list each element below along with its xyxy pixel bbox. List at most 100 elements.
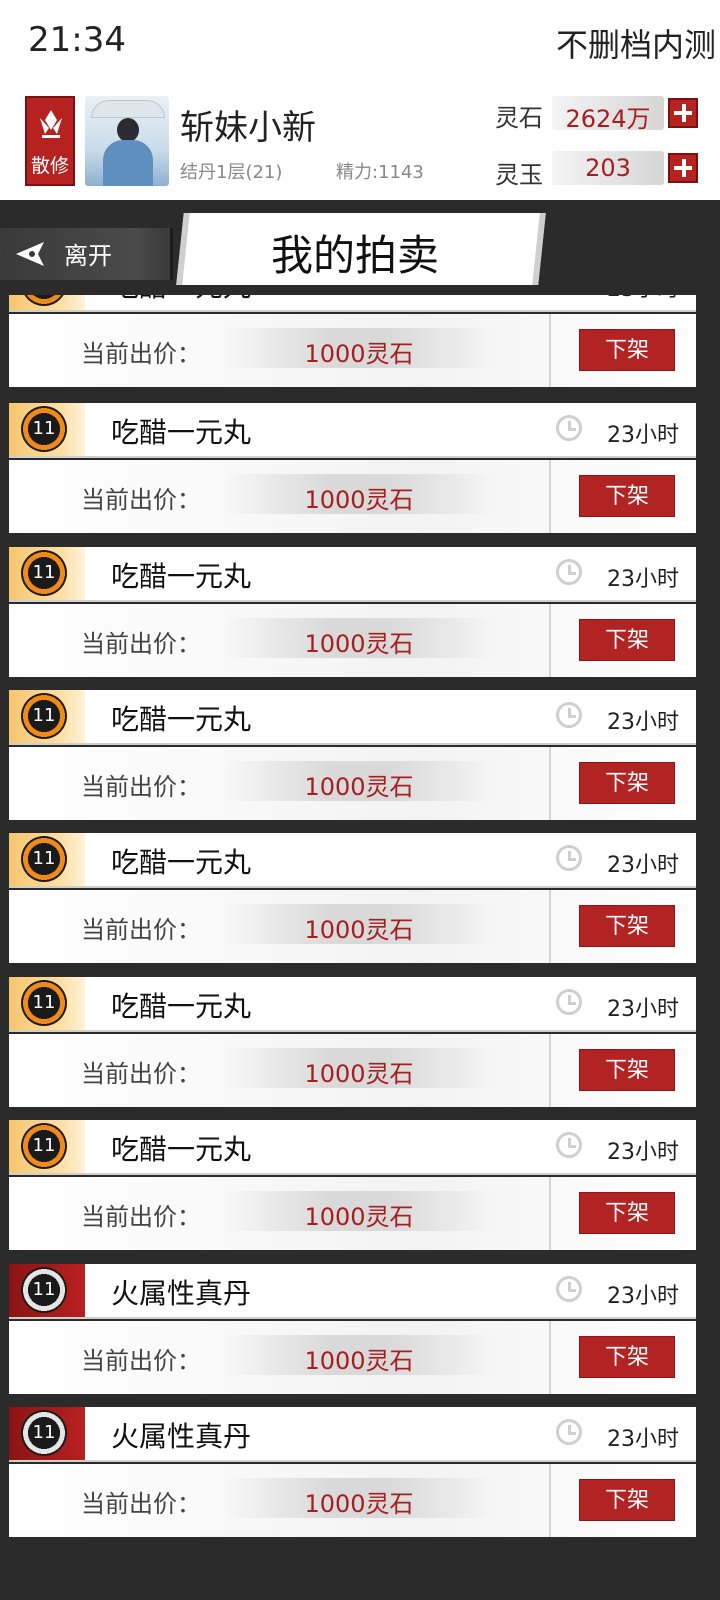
auction-list[interactable]: 11吃醋一元丸23小时当前出价：1000灵石下架11吃醋一元丸23小时当前出价：…	[0, 295, 720, 1600]
item-name: 吃醋一元丸	[111, 560, 252, 593]
grade-strip: 11	[9, 1407, 85, 1460]
time-left: 23小时	[607, 1140, 679, 1165]
clock-icon	[556, 1276, 582, 1302]
item-level: 11	[32, 848, 56, 869]
delist-button[interactable]: 下架	[579, 1336, 675, 1378]
card-body: 当前出价： 1000灵石 下架	[9, 1177, 696, 1250]
bid-price: 1000灵石	[304, 773, 414, 801]
grade-strip: 11	[9, 833, 85, 886]
auction-card[interactable]: 11 吃醋一元丸 23小时当前出价： 1000灵石 下架	[9, 833, 696, 963]
divider	[549, 460, 551, 533]
avatar[interactable]	[85, 96, 169, 186]
item-name: 吃醋一元丸	[111, 416, 252, 449]
delist-button[interactable]: 下架	[579, 475, 675, 517]
auction-card[interactable]: 11 吃醋一元丸 23小时当前出价： 1000灵石 下架	[9, 295, 696, 387]
back-arrow-icon	[16, 242, 44, 266]
time-left: 23小时	[607, 1284, 679, 1309]
item-level: 11	[32, 705, 56, 726]
item-name: 吃醋一元丸	[111, 990, 252, 1023]
bid-price: 1000灵石	[304, 1490, 414, 1518]
delist-button[interactable]: 下架	[579, 1049, 675, 1091]
grade-strip: 11	[9, 1120, 85, 1173]
spirit-stone-value: 2624万	[565, 105, 651, 133]
bid-price: 1000灵石	[304, 486, 414, 514]
auction-card[interactable]: 11 火属性真丹 23小时 当前出价： 1000灵石 下架	[9, 1264, 696, 1394]
divider	[549, 1464, 551, 1537]
spirit-jade-value: 203	[585, 154, 631, 182]
item-name: 吃醋一元丸	[111, 295, 251, 305]
item-name: 火属性真丹	[111, 1420, 252, 1453]
leave-label: 离开	[64, 242, 112, 270]
card-body: 当前出价： 1000灵石 下架	[9, 604, 696, 677]
grade-strip: 11	[9, 690, 85, 743]
item-level: 11	[32, 1135, 56, 1156]
sect-label: 散修	[30, 155, 69, 177]
bid-price: 1000灵石	[304, 1060, 414, 1088]
delist-button[interactable]: 下架	[579, 1192, 675, 1234]
level-coin-icon: 11	[21, 550, 67, 596]
divider	[549, 1177, 551, 1250]
level-coin-icon: 11	[21, 1410, 67, 1456]
delist-button[interactable]: 下架	[579, 762, 675, 804]
spirit-stone-label: 灵石	[495, 104, 543, 132]
delist-button[interactable]: 下架	[579, 619, 675, 661]
bid-price: 1000灵石	[304, 630, 414, 658]
bid-price: 1000灵石	[304, 1203, 414, 1231]
level-coin-icon: 11	[21, 1267, 67, 1313]
item-level: 11	[32, 992, 56, 1013]
divider	[549, 604, 551, 677]
delist-button[interactable]: 下架	[579, 1479, 675, 1521]
level-coin-icon: 11	[21, 836, 67, 882]
clock-icon	[556, 1132, 582, 1158]
clock-icon	[556, 559, 582, 585]
divider	[549, 747, 551, 820]
bid-label: 当前出价：	[81, 340, 201, 368]
level-coin-icon: 11	[21, 406, 67, 452]
time-left: 23小时	[607, 423, 679, 448]
card-header: 11 火属性真丹 23小时	[9, 1264, 696, 1319]
auction-card[interactable]: 11 吃醋一元丸 23小时当前出价： 1000灵石 下架	[9, 690, 696, 820]
player-realm: 结丹1层(21)	[180, 162, 283, 183]
bid-price: 1000灵石	[304, 340, 414, 368]
auction-card[interactable]: 11 吃醋一元丸 23小时当前出价： 1000灵石 下架	[9, 547, 696, 677]
item-name: 吃醋一元丸	[111, 703, 252, 736]
auction-card[interactable]: 11 吃醋一元丸 23小时当前出价： 1000灵石 下架	[9, 1120, 696, 1250]
time-left: 23小时	[607, 997, 679, 1022]
divider	[549, 1034, 551, 1107]
auction-card[interactable]: 11 火属性真丹 23小时 当前出价： 1000灵石 下架	[9, 1407, 696, 1537]
auction-card[interactable]: 11 吃醋一元丸 23小时当前出价： 1000灵石 下架	[9, 403, 696, 533]
delist-button[interactable]: 下架	[579, 905, 675, 947]
clock-icon	[556, 415, 582, 441]
card-header: 11 吃醋一元丸 23小时	[9, 690, 696, 745]
time-left: 23小时	[607, 295, 679, 303]
time-left: 23小时	[607, 853, 679, 878]
level-coin-icon: 11	[21, 295, 67, 306]
grade-strip: 11	[9, 403, 85, 456]
server-label: 不删档内测	[555, 26, 716, 64]
sect-badge[interactable]: 散修	[25, 96, 75, 186]
auction-card[interactable]: 11 吃醋一元丸 23小时当前出价： 1000灵石 下架	[9, 977, 696, 1107]
add-spirit-stone-button[interactable]	[668, 98, 698, 128]
divider	[549, 1321, 551, 1394]
card-body: 当前出价： 1000灵石 下架	[9, 1321, 696, 1394]
level-coin-icon: 11	[21, 1123, 67, 1169]
card-body: 当前出价： 1000灵石 下架	[9, 460, 696, 533]
item-level: 11	[32, 562, 56, 583]
card-body: 当前出价： 1000灵石 下架	[9, 1464, 696, 1537]
lotus-icon	[40, 110, 62, 138]
bid-price: 1000灵石	[304, 1347, 414, 1375]
time-left: 23小时	[607, 567, 679, 592]
player-name: 斩妹小新	[180, 108, 316, 148]
add-spirit-jade-button[interactable]	[668, 153, 698, 183]
player-energy: 精力:1143	[336, 162, 424, 183]
grade-strip: 11	[9, 295, 85, 310]
divider	[549, 890, 551, 963]
status-time: 21:34	[28, 20, 126, 60]
delist-button[interactable]: 下架	[579, 329, 675, 371]
item-level: 11	[32, 418, 56, 439]
time-left: 23小时	[607, 710, 679, 735]
bid-price: 1000灵石	[304, 916, 414, 944]
grade-strip: 11	[9, 1264, 85, 1317]
card-header: 11 吃醋一元丸 23小时	[9, 403, 696, 458]
level-coin-icon: 11	[21, 980, 67, 1026]
